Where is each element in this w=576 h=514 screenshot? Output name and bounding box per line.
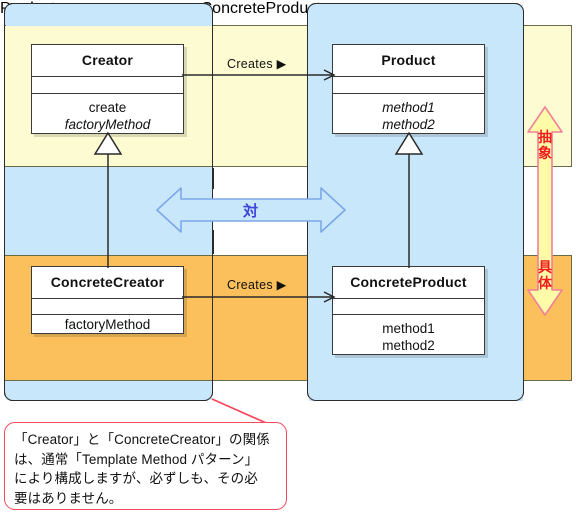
class-attributes-concrete-product (333, 299, 484, 315)
relation-label: 対 (243, 203, 259, 220)
class-operations-creator: create factoryMethod (32, 94, 183, 133)
class-operations-concrete-creator: factoryMethod (32, 315, 183, 333)
association-label-creates-bottom: Creates ▶ (227, 278, 287, 292)
class-attributes-concrete-creator (32, 299, 183, 315)
association-concrete-creator-product (182, 291, 336, 303)
operation-method2-abstract: method2 (382, 117, 435, 132)
abstraction-level-label-abstract: 抽象 (538, 129, 552, 161)
class-name-concrete-product: ConcreteProduct (333, 267, 484, 299)
class-attributes-creator (32, 77, 183, 94)
class-operations-product: method1 method2 (333, 94, 484, 133)
callout-note: 「Creator」と「ConcreteCreator」の関係 は、通常「Temp… (4, 422, 287, 510)
operation-method1-abstract: method1 (382, 100, 435, 115)
class-attributes-product (333, 77, 484, 94)
class-box-concrete-product[interactable]: ConcreteProduct method1 method2 (332, 266, 485, 355)
class-name-product: Product (333, 45, 484, 77)
operation-create: create (88, 100, 127, 115)
operation-method2-impl: method2 (382, 338, 435, 353)
class-operations-concrete-product: method1 method2 (333, 315, 484, 354)
diagram-canvas: 対 Creator create factoryMethod Product m… (0, 0, 576, 514)
class-name-concrete-creator: ConcreteCreator (32, 267, 183, 299)
class-box-product[interactable]: Product method1 method2 (332, 44, 485, 134)
class-name-creator: Creator (32, 45, 183, 77)
class-box-concrete-creator[interactable]: ConcreteCreator factoryMethod (31, 266, 184, 334)
class-box-creator[interactable]: Creator create factoryMethod (31, 44, 184, 134)
association-label-creates-top: Creates ▶ (227, 57, 287, 71)
operation-factory-method: factoryMethod (64, 117, 151, 132)
operation-method1-impl: method1 (382, 321, 435, 336)
abstraction-level-label-concrete: 具体 (538, 259, 552, 291)
generalization-creator (93, 132, 123, 268)
generalization-product (394, 132, 424, 268)
operation-factory-method-impl: factoryMethod (64, 317, 151, 332)
